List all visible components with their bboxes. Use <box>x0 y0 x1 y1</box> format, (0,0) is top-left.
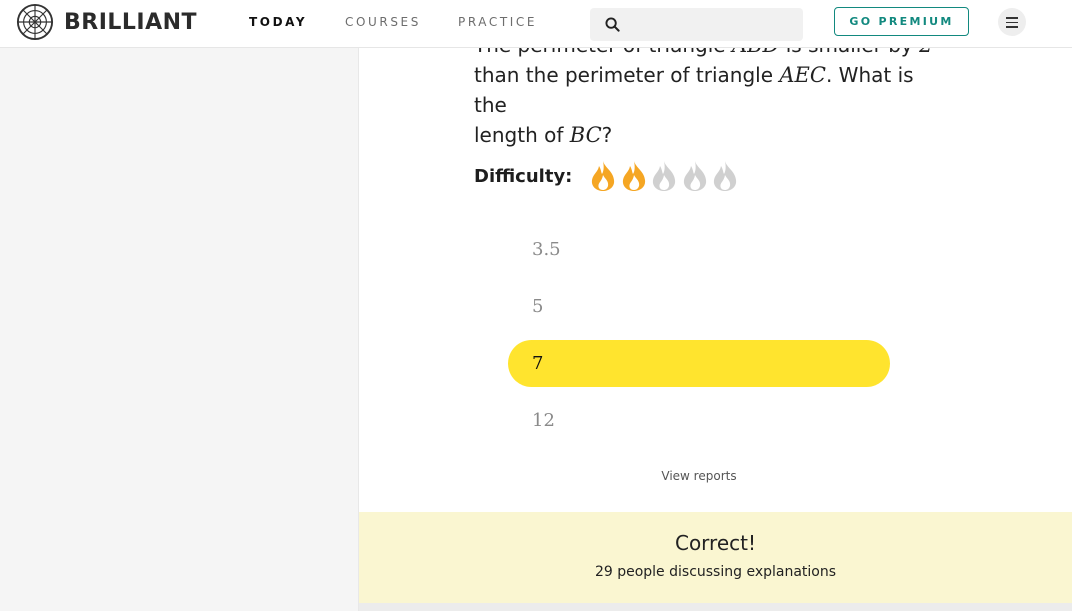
nav-today[interactable]: TODAY <box>249 15 307 29</box>
problem-line-2: than the perimeter of triangle AEC. What… <box>474 63 914 117</box>
math-abd: ABD <box>732 48 779 57</box>
flame-icon <box>683 161 707 191</box>
difficulty-flames <box>589 160 742 192</box>
answer-option-3-selected[interactable]: 7 <box>508 340 890 387</box>
brand-logo[interactable]: BRILLIANT <box>16 2 197 42</box>
go-premium-button[interactable]: GO PREMIUM <box>834 7 969 36</box>
top-navigation-bar: BRILLIANT TODAY COURSES PRACTICE GO PREM… <box>0 0 1072 48</box>
view-reports-link[interactable]: View reports <box>649 469 749 483</box>
problem-panel: The perimeter of triangle ABD is smaller… <box>359 48 1072 611</box>
math-two: 2 <box>919 48 932 57</box>
difficulty-rating: Difficulty: <box>474 160 742 192</box>
math-bc: BC <box>569 123 602 147</box>
result-title: Correct! <box>674 531 756 555</box>
nav-courses[interactable]: COURSES <box>345 15 421 29</box>
difficulty-label: Difficulty: <box>474 165 573 187</box>
search-input[interactable] <box>628 14 792 36</box>
problem-line-3: length of BC? <box>474 123 613 147</box>
brand-name: BRILLIANT <box>64 9 198 35</box>
result-banner: Correct! 29 people discussing explanatio… <box>359 512 1072 603</box>
answer-option-2[interactable]: 5 <box>508 283 890 330</box>
flame-icon <box>653 161 676 191</box>
answer-option-4[interactable]: 12 <box>508 397 890 444</box>
problem-statement: The perimeter of triangle ABD is smaller… <box>474 48 934 150</box>
bottom-divider <box>359 603 1072 611</box>
problem-line-1: The perimeter of triangle ABD is smaller… <box>474 48 934 60</box>
nav-practice[interactable]: PRACTICE <box>458 15 537 29</box>
flame-icon <box>714 161 737 191</box>
brilliant-logo-icon <box>16 3 54 41</box>
hamburger-menu-icon[interactable] <box>998 8 1026 36</box>
left-sidebar <box>0 48 359 611</box>
search-box[interactable] <box>590 8 803 41</box>
search-icon <box>605 17 620 32</box>
flame-icon <box>622 161 646 191</box>
discussion-link[interactable]: 29 people discussing explanations <box>359 564 1072 580</box>
answer-option-1[interactable]: 3.5 <box>508 226 890 273</box>
flame-icon <box>592 161 615 191</box>
math-aec: AEC <box>779 63 826 87</box>
